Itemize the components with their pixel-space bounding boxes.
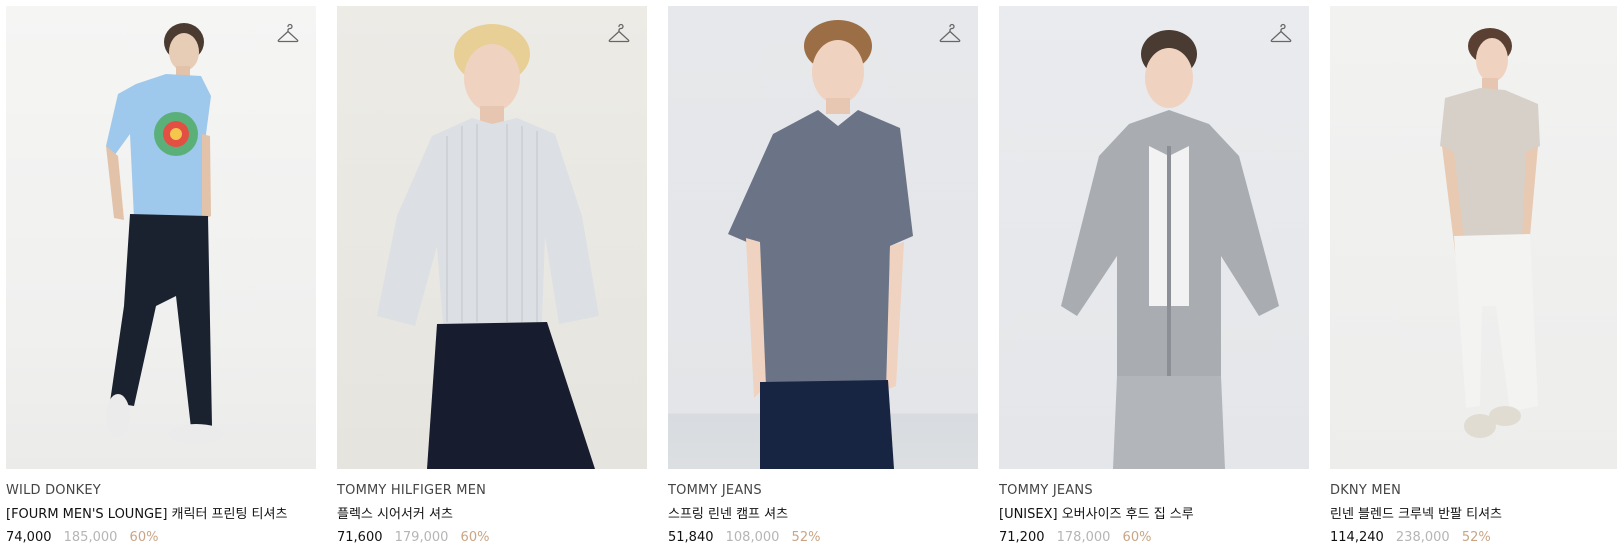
- product-name[interactable]: 린넨 블렌드 크루넥 반팔 티셔츠: [1330, 506, 1617, 523]
- product-brand[interactable]: WILD DONKEY: [6, 483, 316, 499]
- product-card[interactable]: TOMMY JEANS [UNISEX] 오버사이즈 후드 집 스루 71,20…: [999, 6, 1309, 546]
- hanger-icon[interactable]: [607, 22, 631, 46]
- product-card[interactable]: TOMMY HILFIGER MEN 플렉스 시어서커 셔츠 71,600 17…: [337, 6, 647, 546]
- price-row: 71,200 178,000 60%: [999, 529, 1309, 546]
- product-brand[interactable]: TOMMY JEANS: [999, 483, 1309, 499]
- product-brand[interactable]: TOMMY HILFIGER MEN: [337, 483, 647, 499]
- product-brand[interactable]: TOMMY JEANS: [668, 483, 978, 499]
- model-illustration: [377, 24, 599, 469]
- product-card[interactable]: WILD DONKEY [FOURM MEN'S LOUNGE] 캐릭터 프린팅…: [6, 6, 316, 546]
- sale-price: 71,600: [337, 530, 383, 545]
- model-illustration: [106, 23, 224, 444]
- product-grid: WILD DONKEY [FOURM MEN'S LOUNGE] 캐릭터 프린팅…: [0, 0, 1617, 553]
- model-illustration: [728, 20, 913, 469]
- sale-price: 114,240: [1330, 530, 1384, 545]
- product-image[interactable]: [337, 6, 647, 469]
- model-illustration: [1061, 30, 1279, 469]
- discount-rate: 52%: [1461, 530, 1491, 545]
- product-brand[interactable]: DKNY MEN: [1330, 483, 1617, 499]
- original-price: 185,000: [63, 530, 118, 545]
- product-name[interactable]: [UNISEX] 오버사이즈 후드 집 스루: [999, 506, 1309, 523]
- hanger-icon[interactable]: [276, 22, 300, 46]
- product-name[interactable]: [FOURM MEN'S LOUNGE] 캐릭터 프린팅 티셔츠: [6, 506, 316, 523]
- original-price: 179,000: [394, 530, 449, 545]
- model-illustration: [1440, 28, 1540, 438]
- product-name[interactable]: 스프링 린넨 캠프 셔츠: [668, 506, 978, 523]
- product-name[interactable]: 플렉스 시어서커 셔츠: [337, 506, 647, 523]
- price-row: 74,000 185,000 60%: [6, 529, 316, 546]
- original-price: 108,000: [725, 530, 780, 545]
- discount-rate: 60%: [1122, 530, 1152, 545]
- price-row: 71,600 179,000 60%: [337, 529, 647, 546]
- product-image[interactable]: [6, 6, 316, 469]
- hanger-icon[interactable]: [938, 22, 962, 46]
- price-row: 114,240 238,000 52%: [1330, 529, 1617, 546]
- sale-price: 51,840: [668, 530, 714, 545]
- original-price: 238,000: [1395, 530, 1450, 545]
- discount-rate: 60%: [460, 530, 490, 545]
- sale-price: 71,200: [999, 530, 1045, 545]
- product-card[interactable]: DKNY MEN 린넨 블렌드 크루넥 반팔 티셔츠 114,240 238,0…: [1330, 6, 1617, 546]
- price-row: 51,840 108,000 52%: [668, 529, 978, 546]
- discount-rate: 60%: [129, 530, 159, 545]
- discount-rate: 52%: [791, 530, 821, 545]
- hanger-icon[interactable]: [1269, 22, 1293, 46]
- product-image[interactable]: [1330, 6, 1617, 469]
- product-card[interactable]: TOMMY JEANS 스프링 린넨 캠프 셔츠 51,840 108,000 …: [668, 6, 978, 546]
- product-image[interactable]: [999, 6, 1309, 469]
- original-price: 178,000: [1056, 530, 1111, 545]
- sale-price: 74,000: [6, 530, 52, 545]
- product-image[interactable]: [668, 6, 978, 469]
